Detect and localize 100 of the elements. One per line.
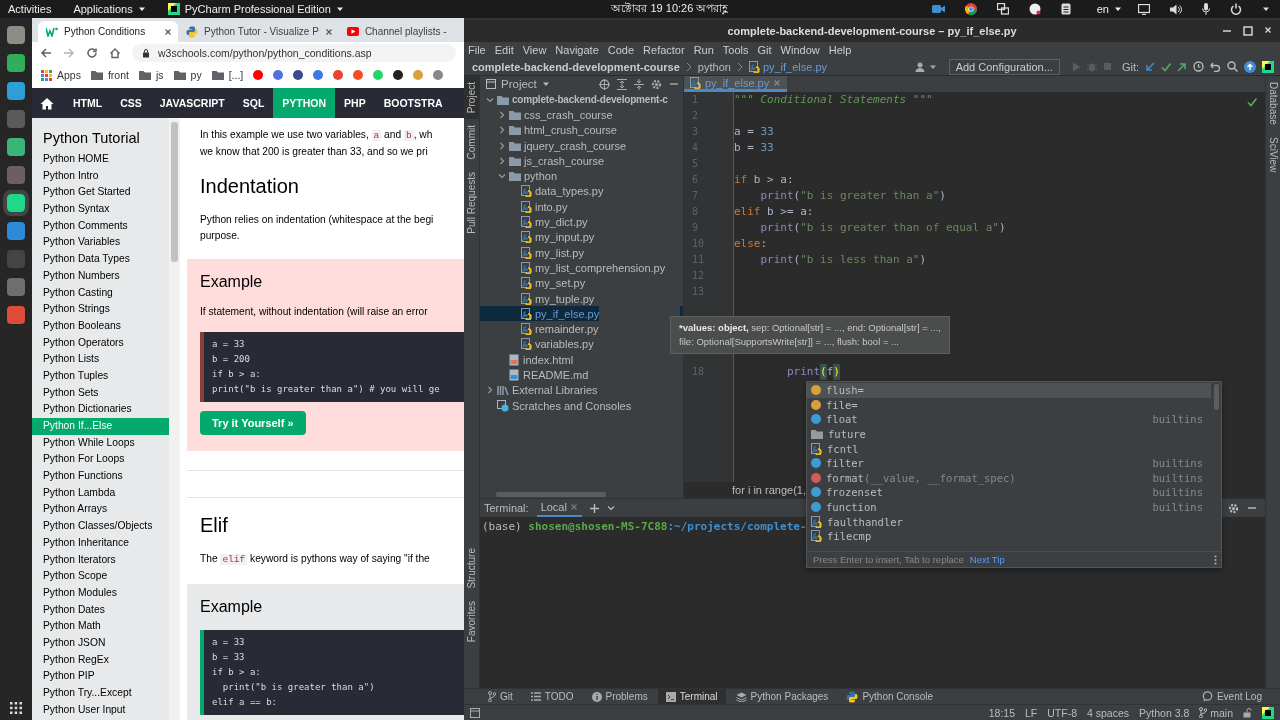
side-tab[interactable]: Favorites [464,594,479,648]
clock[interactable]: অক্টোবর 19 10:26 অপরাহ্ণ [611,0,729,19]
tool-window-tab[interactable]: Python Packages [727,688,837,705]
tree-item[interactable]: my_list_comprehension.py [480,260,666,276]
app-icon[interactable] [1262,60,1274,73]
back-icon[interactable] [40,47,52,59]
tree-item[interactable]: html_crush_course [480,122,617,138]
sidebar-link[interactable]: Python Try...Except [32,685,169,702]
sidebar-link[interactable]: Python RegEx [32,651,169,669]
browser-tab[interactable]: Python Tutor - Visualize P [178,21,339,42]
nav-link[interactable]: SQL [233,88,274,118]
sidebar-link[interactable]: Python Casting [32,284,169,302]
nav-link[interactable]: PHP [335,88,375,118]
locate-icon[interactable] [599,78,610,90]
caret-icon[interactable] [1262,5,1270,13]
app-menu[interactable]: PyCharm Professional Edition [167,3,344,15]
home-icon[interactable] [40,96,54,110]
sidebar-link[interactable]: Python Booleans [32,317,169,335]
sidebar-link[interactable]: Python Sets [32,384,169,402]
user-menu[interactable] [914,61,937,72]
maximize-icon[interactable] [1243,26,1253,36]
tool-window-tab[interactable]: Terminal [657,688,726,705]
completion-item[interactable]: function builtins [807,499,1211,515]
sidebar-link[interactable]: Python User Input [32,701,169,719]
menu-item[interactable]: Help [828,44,852,56]
sidebar-link[interactable]: Python Arrays [32,501,169,519]
status-item[interactable]: 18:15 [988,706,1015,719]
sidebar-link[interactable]: Python Intro [32,167,169,185]
side-tab[interactable]: Project [464,76,479,120]
breadcrumb[interactable]: complete-backend-development-course [472,60,680,73]
bookmark[interactable]: [...] [211,69,244,81]
breadcrumb[interactable]: python [697,60,731,73]
camera-icon[interactable] [931,4,945,14]
side-tab[interactable]: SciView [1266,130,1280,179]
next-tip-link[interactable]: Next Tip [969,554,1005,565]
menu-item[interactable]: Window [780,44,820,56]
tool-window-tab[interactable]: Problems [583,688,656,705]
nav-link[interactable]: CSS [111,88,151,118]
sidebar-link[interactable]: Python Inheritance [32,534,169,552]
undo-icon[interactable] [1210,61,1221,72]
menu-item[interactable]: Code [607,44,635,56]
sidebar-link[interactable]: Python Math [32,618,169,635]
check-icon[interactable] [1161,61,1171,72]
tree-item[interactable]: remainder.py [480,321,599,337]
scrollbar-thumb[interactable] [1214,384,1219,410]
side-tab[interactable]: Database [1266,76,1280,131]
upload-icon[interactable] [1244,60,1256,73]
sidebar-link[interactable]: Python Comments [32,217,169,235]
sidebar-link[interactable]: Python Functions [32,468,169,485]
applications-menu[interactable]: Applications [73,3,146,15]
panel-title[interactable]: Project [486,78,550,90]
close-icon[interactable] [164,27,172,36]
push-arrow-icon[interactable] [1177,61,1187,72]
completion-item[interactable]: fcntl [807,441,1211,456]
sidebar-link[interactable]: Python Operators [32,334,169,352]
tree-item[interactable]: my_list.py [480,244,584,261]
add-configuration-button[interactable]: Add Configuration... [948,58,1060,75]
home-icon[interactable] [109,47,121,59]
tree-item[interactable]: complete-backend-development-c [480,92,668,108]
bookmark[interactable]: front [90,69,129,81]
completion-item[interactable]: file= [807,397,1211,413]
session-tab[interactable]: Local [536,499,582,517]
tree-item[interactable]: into.py [480,199,568,215]
breadcrumb[interactable]: py_if_else.py [748,60,828,73]
status-item[interactable]: Python 3.8 [1139,706,1190,719]
status-item[interactable]: UTF-8 [1047,706,1077,719]
tree-item[interactable]: my_tuple.py [480,290,595,307]
sidebar-link[interactable]: Python Dates [32,601,169,619]
more-icon[interactable] [1214,554,1217,565]
scrollbar-thumb[interactable] [171,122,178,262]
sidebar-link[interactable]: Python Numbers [32,267,169,285]
sidebar-link[interactable]: Python Scope [32,568,169,585]
menu-item[interactable]: Navigate [555,44,599,56]
side-tab[interactable]: Commit [464,119,479,166]
tree-item[interactable]: data_types.py [480,183,604,200]
tree-item[interactable]: jquery_crash_course [480,137,627,154]
sidebar-link[interactable]: Python Lists [32,351,169,368]
sidebar-link[interactable]: Python For Loops [32,451,169,469]
tree-item[interactable]: my_input.py [480,229,595,245]
search-icon[interactable] [1227,61,1238,72]
tree-item[interactable]: External Libraries [480,382,598,398]
reload-icon[interactable] [86,47,98,59]
sidebar-link[interactable]: Python Iterators [32,551,169,569]
menu-item[interactable]: Run [693,44,714,56]
completion-item[interactable]: format(__value, __format_spec) builtins [807,470,1211,486]
settings-icon[interactable] [651,78,662,90]
language-menu[interactable]: en [1096,3,1122,15]
sidebar-link[interactable]: Python Data Types [32,251,169,268]
menu-item[interactable]: View [522,44,547,56]
bookmark-icon[interactable] [393,70,404,80]
browser-icon[interactable] [964,3,977,15]
nav-link[interactable]: JAVASCRIPT [150,88,234,118]
close-icon[interactable] [324,27,333,36]
sidebar-link[interactable]: Python Lambda [32,484,169,502]
tree-item[interactable]: py_if_else.py [480,306,600,322]
sidebar-link[interactable]: Python Strings [32,301,169,318]
menu-item[interactable]: Git [757,44,772,56]
notes-icon[interactable] [1060,3,1071,15]
bookmark-icon[interactable] [293,70,304,80]
sidebar-link[interactable]: Python HOME [32,151,169,168]
